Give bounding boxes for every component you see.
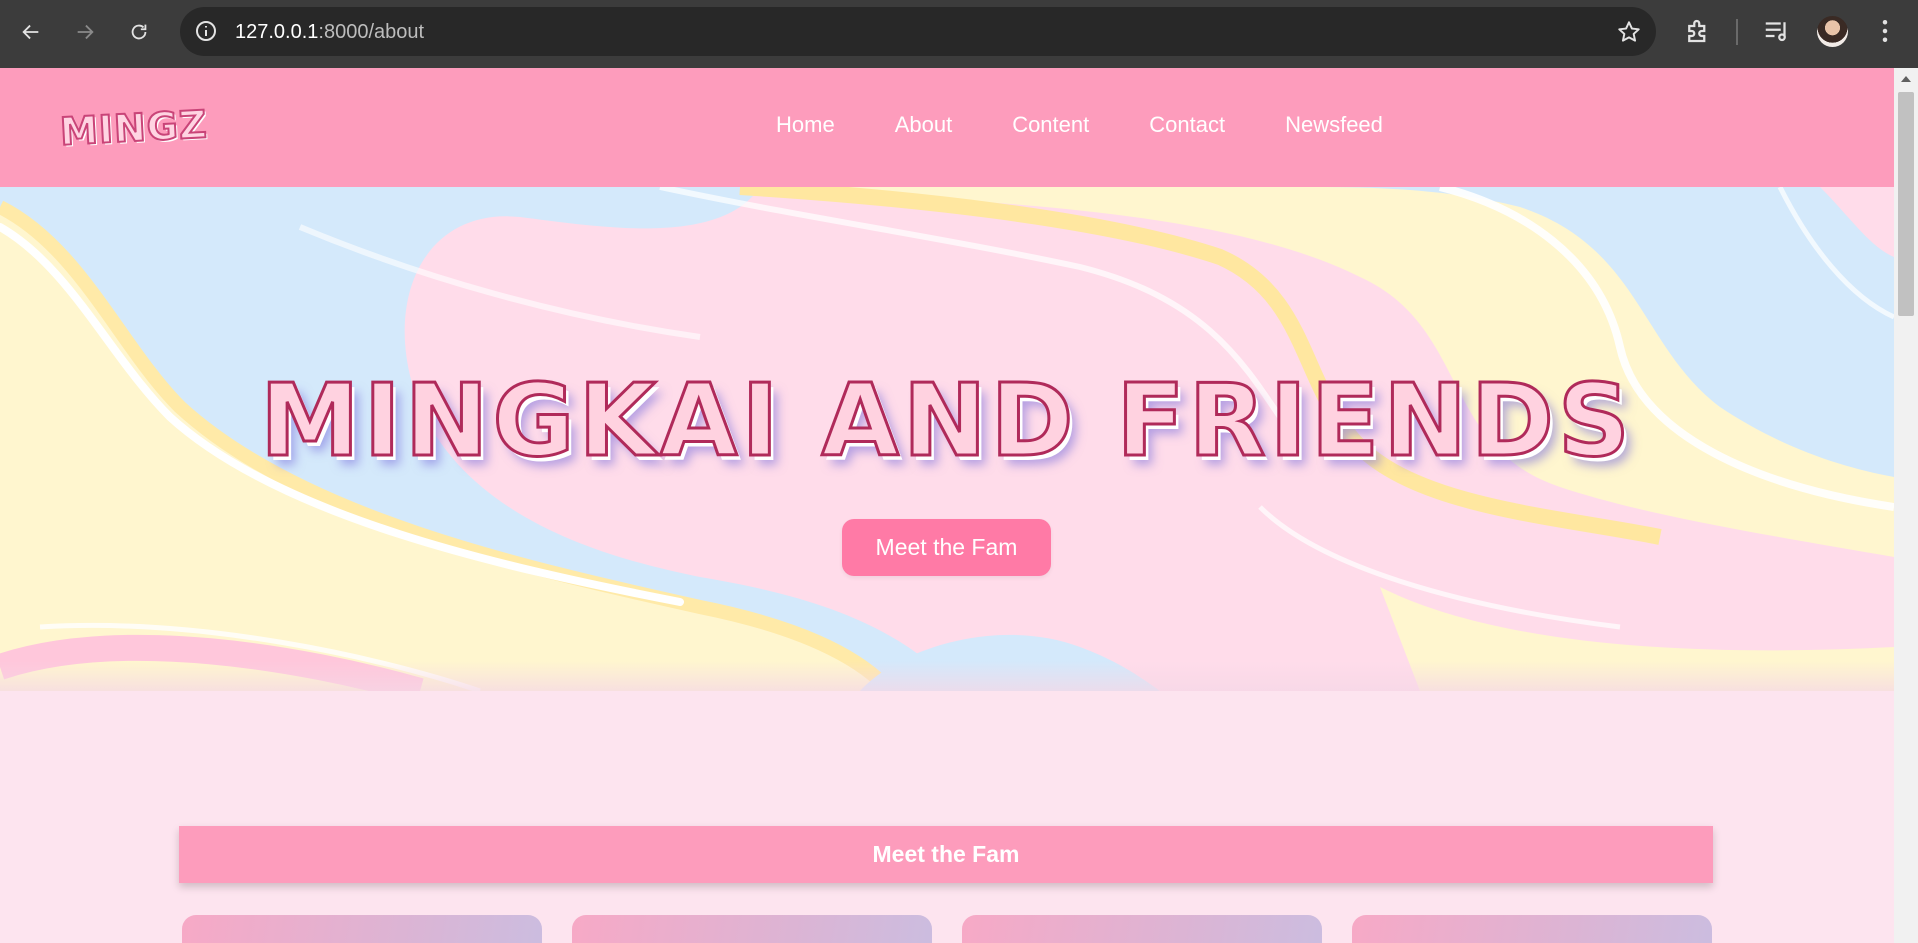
reload-icon — [131, 24, 147, 40]
meet-the-fam-button[interactable]: Meet the Fam — [842, 519, 1051, 576]
nav-link-about[interactable]: About — [895, 112, 953, 138]
bookmark-star-icon[interactable] — [1616, 19, 1642, 45]
scroll-up-arrow-icon[interactable] — [1901, 76, 1911, 82]
nav-link-content[interactable]: Content — [1012, 112, 1089, 138]
nav-link-newsfeed[interactable]: Newsfeed — [1285, 112, 1383, 138]
family-card[interactable] — [1352, 915, 1712, 943]
profile-avatar[interactable] — [1817, 16, 1848, 47]
url-text: 127.0.0.1:8000/about — [235, 21, 424, 44]
hero-banner: MINGKAI AND FRIENDS Meet the Fam — [0, 187, 1894, 691]
forward-button[interactable] — [67, 14, 103, 50]
family-card[interactable] — [572, 915, 932, 943]
section-heading: Meet the Fam — [872, 841, 1020, 867]
arrow-left-icon — [22, 24, 39, 40]
family-cards-row — [182, 915, 1712, 943]
back-button[interactable] — [13, 14, 49, 50]
reload-button[interactable] — [121, 14, 157, 50]
site-header: MINGZ Home About Content Contact Newsfee… — [0, 68, 1894, 187]
section-heading-bar: Meet the Fam — [179, 826, 1713, 883]
site-nav: Home About Content Contact Newsfeed — [776, 112, 1443, 138]
toolbar-divider — [1736, 19, 1738, 45]
nav-link-contact[interactable]: Contact — [1149, 112, 1225, 138]
page-viewport: MINGZ Home About Content Contact Newsfee… — [0, 68, 1894, 943]
site-info-icon[interactable] — [194, 19, 218, 43]
url-path: :8000/about — [318, 21, 425, 43]
site-logo[interactable]: MINGZ — [58, 101, 210, 155]
arrow-right-icon — [77, 24, 94, 40]
address-bar[interactable]: 127.0.0.1:8000/about — [180, 7, 1656, 56]
scrollbar-thumb[interactable] — [1898, 92, 1914, 316]
extensions-puzzle-icon[interactable] — [1683, 16, 1713, 46]
more-vertical-icon[interactable] — [1870, 16, 1900, 46]
nav-link-home[interactable]: Home — [776, 112, 835, 138]
url-host: 127.0.0.1 — [235, 21, 319, 43]
page-scrollbar[interactable] — [1894, 68, 1918, 943]
family-card[interactable] — [962, 915, 1322, 943]
hero-bottom-fade — [0, 661, 1894, 691]
browser-toolbar: 127.0.0.1:8000/about — [0, 0, 1918, 68]
media-controls-icon[interactable] — [1762, 16, 1792, 46]
family-card[interactable] — [182, 915, 542, 943]
hero-title: MINGKAI AND FRIENDS — [259, 361, 1634, 481]
